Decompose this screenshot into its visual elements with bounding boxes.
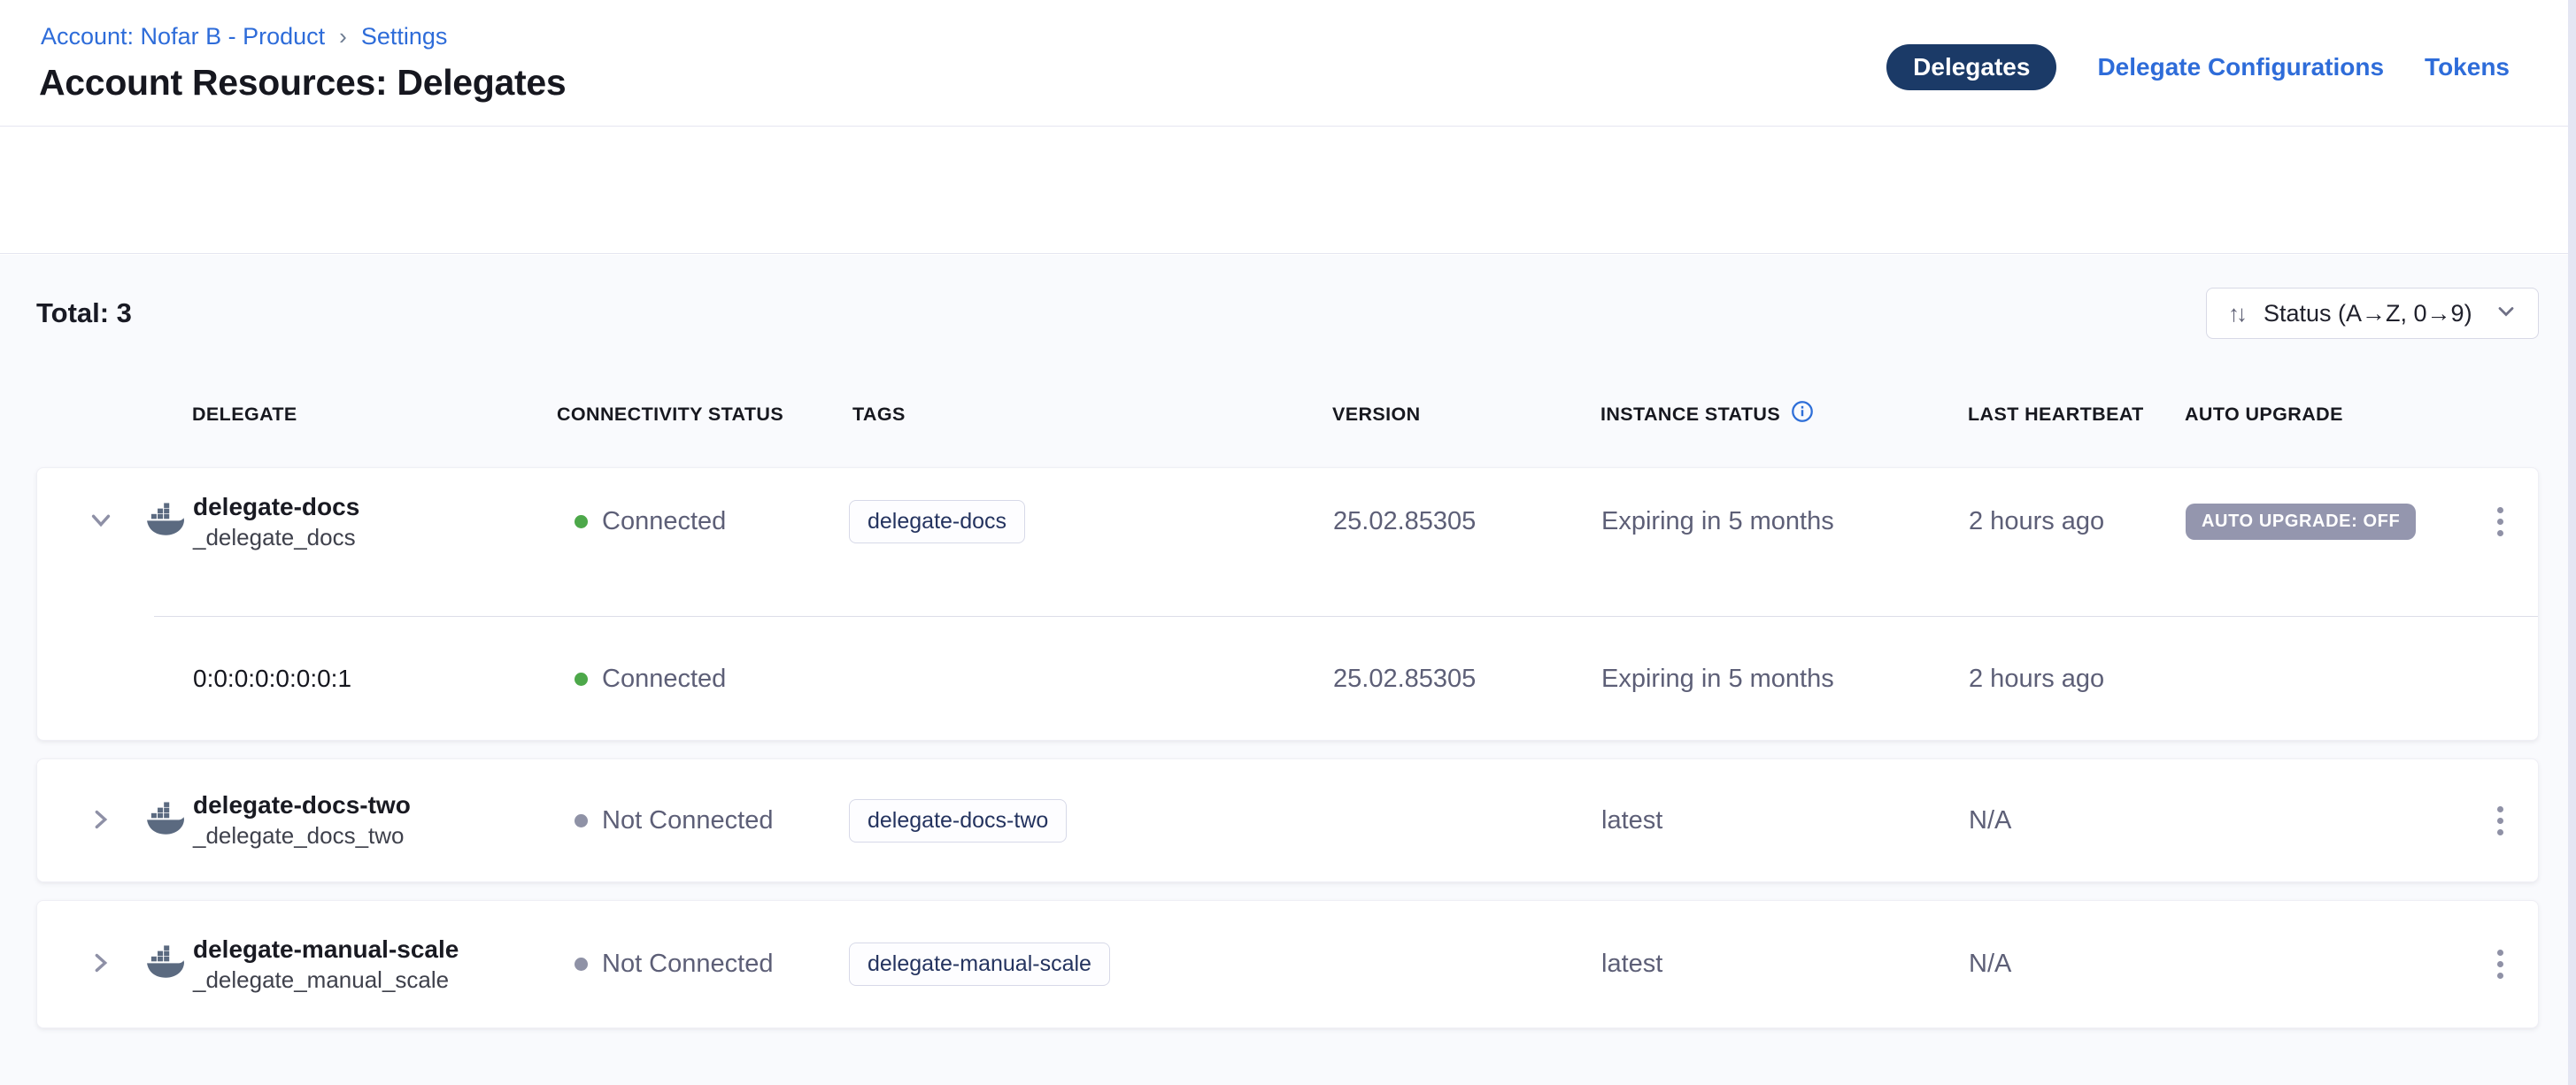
column-header-connectivity: CONNECTIVITY STATUS	[557, 404, 848, 426]
delegate-row[interactable]: delegate-docs _delegate_docs Connected d…	[37, 468, 2538, 616]
delegate-name: delegate-docs	[193, 492, 558, 522]
info-icon[interactable]	[1791, 400, 1814, 428]
disconnected-status-dot	[575, 958, 588, 971]
connectivity-status: Connected	[602, 507, 726, 536]
tags-cell: delegate-docs-two	[849, 799, 1333, 843]
tab-delegate-configurations[interactable]: Delegate Configurations	[2097, 53, 2384, 81]
delegate-tag-chip: delegate-docs-two	[849, 799, 1067, 843]
sort-arrows-icon: ↑↓	[2228, 300, 2244, 327]
last-heartbeat-cell: N/A	[1969, 950, 2186, 979]
version-cell: 25.02.85305	[1333, 507, 1601, 536]
delegate-row-card: delegate-manual-scale _delegate_manual_s…	[36, 900, 2539, 1028]
breadcrumb-account-link[interactable]: Account: Nofar B - Product	[41, 23, 325, 50]
column-header-delegate: DELEGATE	[192, 404, 557, 426]
table-header-row: DELEGATE CONNECTIVITY STATUS TAGS VERSIO…	[36, 388, 2539, 441]
instance-status-cell: Expiring in 5 months	[1601, 665, 1969, 694]
toolbar: + New Delegate Latest Delegate: 25.02.85…	[0, 127, 2576, 254]
resource-tabs: Delegates Delegate Configurations Tokens	[1886, 44, 2510, 90]
instance-status-cell: Expiring in 5 months	[1601, 507, 1969, 536]
column-header-last-heartbeat: LAST HEARTBEAT	[1968, 404, 2185, 426]
delegates-content: Total: 3 ↑↓ Status (A→Z, 0→9) DELEGATE C…	[0, 255, 2576, 1085]
connectivity-status: Connected	[602, 665, 726, 694]
column-header-tags: TAGS	[848, 404, 1332, 426]
instance-status-cell: latest	[1601, 950, 1969, 979]
delegate-name: delegate-docs-two	[193, 790, 558, 820]
delegate-instance-row: 0:0:0:0:0:0:0:1 Connected 25.02.85305 Ex…	[37, 617, 2538, 741]
connected-status-dot	[575, 673, 588, 686]
auto-upgrade-cell: AUTO UPGRADE: OFF	[2186, 504, 2471, 540]
last-heartbeat-cell: 2 hours ago	[1969, 507, 2186, 536]
summary-row: Total: 3 ↑↓ Status (A→Z, 0→9)	[36, 288, 2539, 339]
version-cell: 25.02.85305	[1333, 665, 1601, 694]
delegate-hostname: _delegate_manual_scale	[193, 965, 558, 995]
connectivity-status: Not Connected	[602, 806, 773, 835]
delegate-tag-chip: delegate-docs	[849, 500, 1025, 543]
expand-row-button[interactable]	[86, 805, 116, 835]
instance-ip: 0:0:0:0:0:0:0:1	[193, 665, 558, 693]
last-heartbeat-cell: 2 hours ago	[1969, 665, 2186, 694]
column-header-instance-status: INSTANCE STATUS	[1600, 400, 1968, 428]
sort-select-value: Status (A→Z, 0→9)	[2264, 300, 2478, 327]
page-title: Account Resources: Delegates	[39, 62, 566, 104]
instance-status-cell: latest	[1601, 806, 1969, 835]
row-menu-button[interactable]	[2492, 944, 2509, 984]
delegates-page: Account: Nofar B - Product › Settings Ac…	[0, 0, 2576, 1085]
delegate-name-cell: delegate-docs _delegate_docs	[193, 492, 558, 552]
delegate-name: delegate-manual-scale	[193, 935, 558, 965]
column-header-instance-status-label: INSTANCE STATUS	[1600, 404, 1780, 426]
delegate-row-card: delegate-docs _delegate_docs Connected d…	[36, 467, 2539, 741]
breadcrumb: Account: Nofar B - Product › Settings	[41, 23, 447, 50]
connectivity-cell: Connected	[558, 665, 849, 694]
delegate-tag-chip: delegate-manual-scale	[849, 943, 1110, 986]
column-header-auto-upgrade: AUTO UPGRADE	[2185, 404, 2470, 426]
breadcrumb-settings-link[interactable]: Settings	[361, 23, 448, 50]
tab-delegates[interactable]: Delegates	[1886, 44, 2056, 90]
chevron-down-icon	[2494, 299, 2518, 328]
docker-icon	[145, 503, 184, 541]
connectivity-cell: Not Connected	[558, 950, 849, 979]
expand-row-button[interactable]	[86, 950, 116, 980]
tags-cell: delegate-docs	[849, 500, 1333, 543]
row-menu-button[interactable]	[2492, 502, 2509, 542]
tags-cell: delegate-manual-scale	[849, 943, 1333, 986]
collapse-row-button[interactable]	[86, 507, 116, 537]
page-header: Account: Nofar B - Product › Settings Ac…	[0, 0, 2576, 127]
auto-upgrade-badge: AUTO UPGRADE: OFF	[2186, 504, 2416, 540]
connectivity-cell: Connected	[558, 507, 849, 536]
connectivity-status: Not Connected	[602, 950, 773, 979]
delegate-name-cell: delegate-manual-scale _delegate_manual_s…	[193, 935, 558, 995]
tab-tokens[interactable]: Tokens	[2425, 53, 2510, 81]
connected-status-dot	[575, 515, 588, 528]
docker-icon	[145, 802, 184, 840]
delegate-row[interactable]: delegate-docs-two _delegate_docs_two Not…	[37, 759, 2538, 881]
last-heartbeat-cell: N/A	[1969, 806, 2186, 835]
docker-icon	[145, 945, 184, 983]
breadcrumb-separator-icon: ›	[339, 23, 347, 50]
delegate-row-card: delegate-docs-two _delegate_docs_two Not…	[36, 758, 2539, 882]
delegate-hostname: _delegate_docs	[193, 522, 558, 552]
row-menu-button[interactable]	[2492, 801, 2509, 841]
delegate-name-cell: delegate-docs-two _delegate_docs_two	[193, 790, 558, 850]
vertical-scrollbar[interactable]	[2568, 0, 2576, 1085]
delegate-row[interactable]: delegate-manual-scale _delegate_manual_s…	[37, 901, 2538, 1027]
connectivity-cell: Not Connected	[558, 806, 849, 835]
total-count-label: Total: 3	[36, 297, 132, 329]
column-header-version: VERSION	[1332, 404, 1600, 426]
disconnected-status-dot	[575, 814, 588, 827]
delegate-hostname: _delegate_docs_two	[193, 820, 558, 850]
sort-select[interactable]: ↑↓ Status (A→Z, 0→9)	[2206, 288, 2539, 339]
